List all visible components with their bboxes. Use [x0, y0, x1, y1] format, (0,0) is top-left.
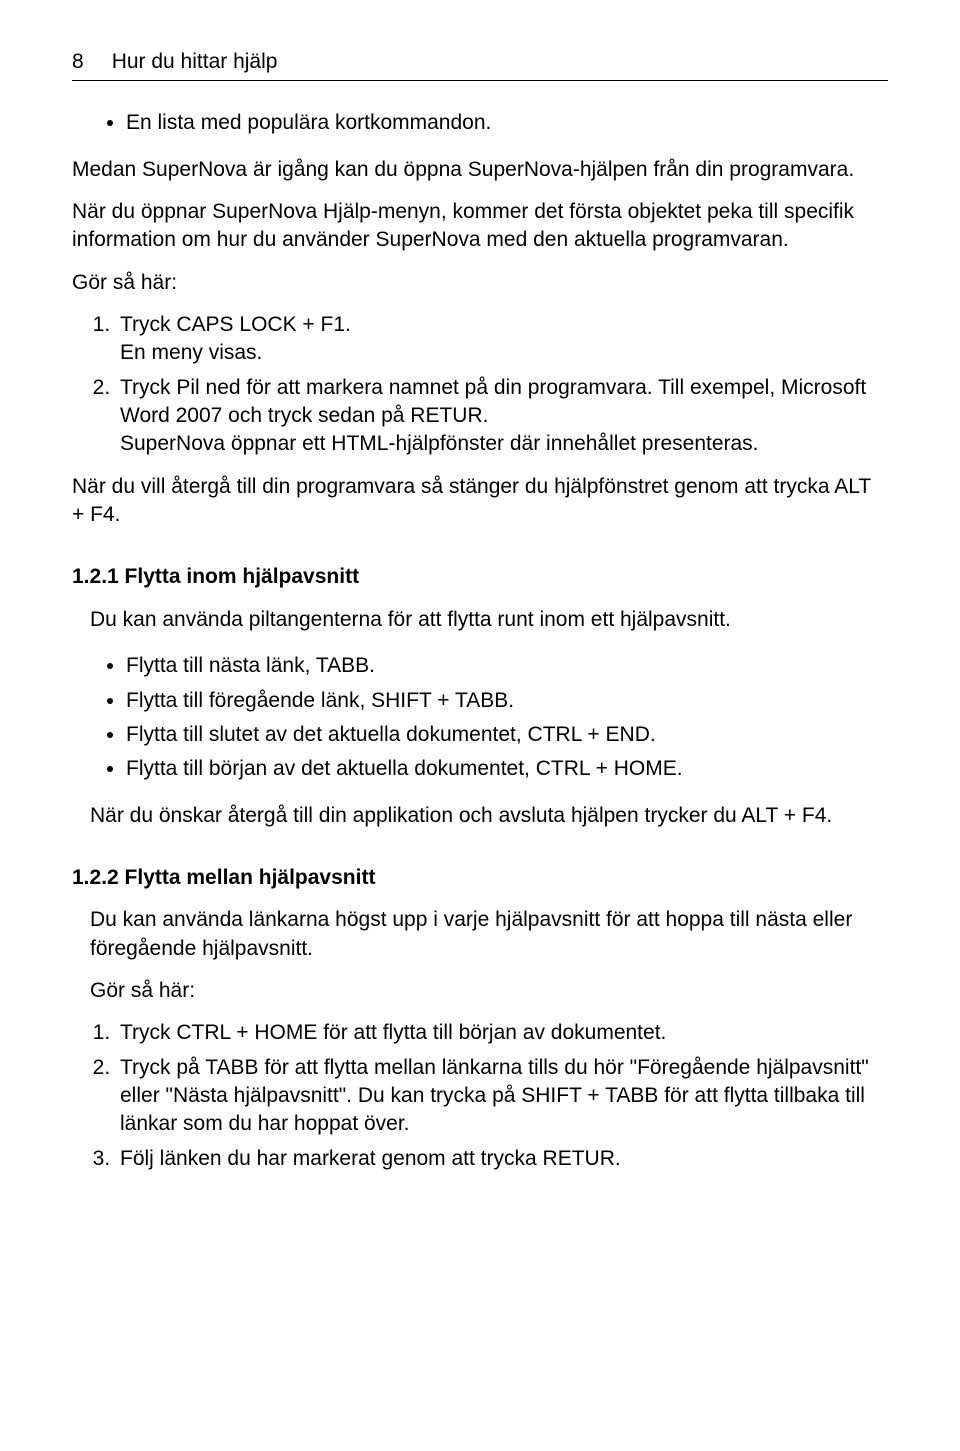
list-item: Tryck CTRL + HOME för att flytta till bö… [116, 1019, 888, 1047]
bullet-list-121: Flytta till nästa länk, TABB. Flytta til… [90, 652, 888, 783]
list-item: Tryck på TABB för att flytta mellan länk… [116, 1054, 888, 1139]
section-heading-122: 1.2.2 Flytta mellan hjälpavsnitt [72, 864, 888, 892]
step-text: Tryck Pil ned för att markera namnet på … [120, 376, 866, 427]
paragraph: När du vill återgå till din programvara … [72, 473, 888, 530]
do-this-label: Gör så här: [90, 977, 888, 1005]
intro-bullet-list: En lista med populära kortkommandon. [72, 109, 888, 137]
steps-list-122: Tryck CTRL + HOME för att flytta till bö… [90, 1019, 888, 1173]
list-item: Flytta till föregående länk, SHIFT + TAB… [126, 687, 888, 715]
paragraph: När du önskar återgå till din applikatio… [90, 802, 888, 830]
list-item: Flytta till nästa länk, TABB. [126, 652, 888, 680]
do-this-label: Gör så här: [72, 269, 888, 297]
section-heading-121: 1.2.1 Flytta inom hjälpavsnitt [72, 563, 888, 591]
steps-list-1: Tryck CAPS LOCK + F1. En meny visas. Try… [72, 311, 888, 459]
list-item: Tryck Pil ned för att markera namnet på … [116, 374, 888, 459]
page-header: 8 Hur du hittar hjälp [72, 48, 888, 81]
page-title: Hur du hittar hjälp [112, 48, 278, 76]
list-item: Tryck CAPS LOCK + F1. En meny visas. [116, 311, 888, 368]
list-item: Flytta till slutet av det aktuella dokum… [126, 721, 888, 749]
list-item: Följ länken du har markerat genom att tr… [116, 1145, 888, 1173]
step-text: Tryck CAPS LOCK + F1. [120, 313, 351, 336]
step-text: En meny visas. [120, 341, 262, 364]
page-number: 8 [72, 48, 84, 76]
list-item: En lista med populära kortkommandon. [126, 109, 888, 137]
paragraph: Du kan använda piltangenterna för att fl… [90, 606, 888, 634]
paragraph: Medan SuperNova är igång kan du öppna Su… [72, 156, 888, 184]
paragraph: När du öppnar SuperNova Hjälp-menyn, kom… [72, 198, 888, 255]
list-item: Flytta till början av det aktuella dokum… [126, 755, 888, 783]
paragraph: Du kan använda länkarna högst upp i varj… [90, 906, 888, 963]
step-text: SuperNova öppnar ett HTML-hjälpfönster d… [120, 432, 759, 455]
